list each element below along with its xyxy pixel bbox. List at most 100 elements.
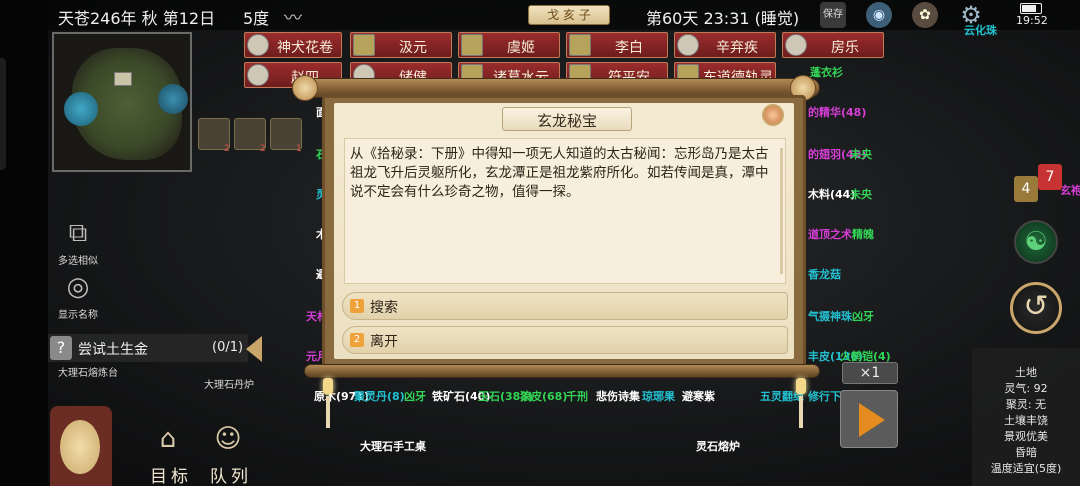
map-avatar xyxy=(461,34,483,56)
lantern-icon xyxy=(323,378,333,394)
character-tab[interactable]: 房乐 xyxy=(782,32,884,58)
question-icon: ? xyxy=(50,336,72,360)
person-avatar xyxy=(247,64,269,86)
person-avatar xyxy=(677,34,699,56)
dog-avatar xyxy=(247,34,269,56)
globe-icon[interactable]: ◉ xyxy=(866,2,892,28)
character-tab[interactable]: 神犬花卷 xyxy=(244,32,342,58)
quest-name: 尝试土生金 xyxy=(78,342,148,358)
game-screen: 天苍246年 秋 第12日 5度 〰 戈 亥 子 第60天 23:31 (睡觉)… xyxy=(0,0,1080,486)
map-label: 狼皮(68) xyxy=(520,390,568,403)
minimap-pond xyxy=(158,84,188,114)
speaker-avatar xyxy=(762,104,784,126)
dialog-title: 玄龙秘宝 xyxy=(536,112,597,130)
tile-info-line: 土壤丰饶 xyxy=(1004,414,1048,427)
character-tab[interactable]: 辛弃疾 xyxy=(674,32,776,58)
map-label: 玄袍 xyxy=(1060,184,1080,197)
map-label: 蓬衣衫 xyxy=(810,66,843,79)
system-clock: 19:52 xyxy=(1016,14,1048,27)
character-name: 汲元 xyxy=(399,40,427,56)
character-name: 辛弃疾 xyxy=(716,40,758,56)
map-label: 大理石熔炼台 xyxy=(58,368,118,379)
map-label: 大理石手工桌 xyxy=(360,440,426,453)
option-label[interactable]: 搜索 xyxy=(370,297,398,317)
device-notch xyxy=(0,58,6,170)
circle-menu-icon[interactable]: ✿ xyxy=(912,2,938,28)
show-names-label: 显示名称 xyxy=(58,310,98,321)
tile-info-line: 土地 xyxy=(1015,366,1037,379)
minimap-building xyxy=(114,72,132,86)
dialog-scrollbar[interactable] xyxy=(780,148,783,274)
dialog-text: 从《拾秘录：下册》中得知一项无人知道的太古秘闻：忘形岛乃是太古祖龙飞升后灵躯所化… xyxy=(350,146,769,200)
scroll-rod-cap xyxy=(292,75,318,101)
map-label: 大理石丹炉 xyxy=(204,380,254,391)
option-label[interactable]: 离开 xyxy=(370,331,398,351)
map-label: 精魄 xyxy=(852,228,874,241)
map-label: 聚灵丹(8) xyxy=(354,390,405,403)
goal-icon[interactable]: ⌂ xyxy=(146,424,190,460)
quest-progress: (0/1) xyxy=(212,340,244,355)
item-count: 2 xyxy=(224,144,230,154)
map-label: 悲伤诗集 xyxy=(596,390,640,403)
map-avatar xyxy=(353,34,375,56)
undo-icon[interactable]: ↺ xyxy=(1010,282,1062,334)
collapse-arrow-icon[interactable] xyxy=(246,336,262,362)
option-leave[interactable] xyxy=(342,326,788,354)
tile-info-panel: 土地 灵气: 92 聚灵: 无 土壤丰饶 景观优美 昏暗 温度适宜(5度) xyxy=(972,348,1080,486)
tile-info-line: 聚灵: 无 xyxy=(1005,398,1047,411)
notification-badge[interactable]: 7 xyxy=(1038,164,1062,190)
character-tab[interactable]: 李白 xyxy=(566,32,668,58)
zodiac-plaque: 戈 亥 子 xyxy=(528,5,610,25)
tile-info-line: 昏暗 xyxy=(1015,446,1037,459)
map-label: 气摄神珠 xyxy=(808,310,852,323)
map-label: 未央 xyxy=(850,188,872,201)
option-search[interactable] xyxy=(342,292,788,320)
gourd-icon[interactable] xyxy=(60,420,100,474)
yin-yang-icon[interactable]: ☯ xyxy=(1014,220,1058,264)
map-label: 凶牙 xyxy=(404,390,426,403)
character-name: 房乐 xyxy=(831,40,859,56)
save-label: 保存 xyxy=(823,9,843,20)
scroll-bottom-rod xyxy=(304,364,820,378)
map-label: 凶牙 xyxy=(852,310,874,323)
map-label: 道顶之术 xyxy=(808,228,852,241)
tassel xyxy=(799,396,803,428)
item-count: 1 xyxy=(296,144,302,154)
map-label: 灵石熔炉 xyxy=(696,440,740,453)
team-icon[interactable]: ☺ xyxy=(206,424,250,460)
battery-icon xyxy=(1020,3,1042,14)
map-label: 未央 xyxy=(850,148,872,161)
temperature: 5度 xyxy=(243,9,270,28)
person-avatar xyxy=(785,34,807,56)
tile-info-line: 灵气: 92 xyxy=(1004,382,1048,395)
character-name: 虞姬 xyxy=(507,40,535,56)
tassel xyxy=(326,396,330,428)
map-avatar xyxy=(569,34,591,56)
option-number: 2 xyxy=(350,333,364,347)
minimap-pond xyxy=(64,92,98,126)
game-date: 天苍246年 秋 第12日 xyxy=(58,9,216,28)
multi-select-label: 多选相似 xyxy=(58,256,98,267)
goal-label[interactable]: 目标 xyxy=(150,462,192,486)
minimap[interactable] xyxy=(52,32,192,172)
tile-info-line: 景观优美 xyxy=(1004,430,1048,443)
day-time: 第60天 23:31 (睡觉) xyxy=(646,9,800,28)
notification-badge[interactable]: 4 xyxy=(1014,176,1038,202)
save-icon[interactable]: 保存 xyxy=(820,2,846,28)
map-label: 云化珠 xyxy=(964,24,997,37)
map-label: 香龙菇 xyxy=(808,268,841,281)
map-label: 木料(44) xyxy=(808,188,856,201)
device-bezel xyxy=(0,0,48,486)
speed-button[interactable]: ×1 xyxy=(842,362,898,384)
tile-info-line: 温度适宜(5度) xyxy=(990,462,1062,475)
top-status-bar: 天苍246年 秋 第12日 5度 〰 戈 亥 子 第60天 23:31 (睡觉)… xyxy=(48,0,1080,30)
team-label[interactable]: 队列 xyxy=(210,462,252,486)
lantern-icon xyxy=(796,378,806,394)
character-tab[interactable]: 汲元 xyxy=(350,32,452,58)
wind-swirl-icon: 〰 xyxy=(284,8,302,29)
map-label: 千刑 xyxy=(566,390,588,403)
play-icon[interactable] xyxy=(840,390,898,448)
map-label: 琼琊果 xyxy=(642,390,675,403)
character-tab[interactable]: 虞姬 xyxy=(458,32,560,58)
map-label: 避寒紫 xyxy=(682,390,715,403)
